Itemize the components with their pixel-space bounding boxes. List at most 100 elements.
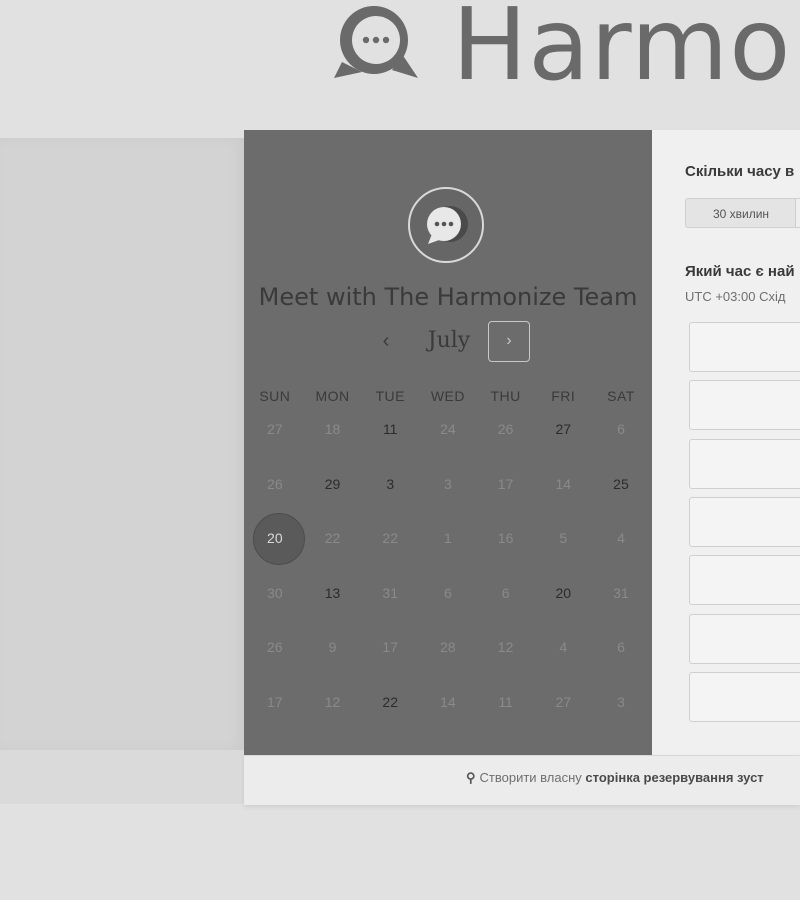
time-slot[interactable] — [689, 322, 800, 372]
calendar-day: 28 — [419, 628, 477, 683]
month-navigation: ‹ July › — [244, 320, 652, 364]
calendar-day: 3 — [592, 683, 650, 738]
time-slot[interactable] — [689, 380, 800, 430]
calendar-day: 4 — [592, 519, 650, 574]
calendar-day-number: 1 — [444, 530, 452, 546]
prev-month-button[interactable]: ‹ — [374, 328, 398, 354]
calendar-day: 11 — [477, 683, 535, 738]
calendar-day-number: 13 — [324, 584, 341, 601]
calendar-day: 31 — [361, 574, 419, 629]
calendar-day: 27 — [246, 410, 304, 465]
calendar-week: 17 12 22 14 11 27 3 — [246, 683, 650, 738]
calendar-day: 17 — [477, 465, 535, 520]
calendar-day-number: 17 — [382, 639, 398, 655]
calendar-day: 5 — [534, 519, 592, 574]
calendar-day: 27 — [534, 683, 592, 738]
weekday-label: TUE — [375, 388, 405, 404]
footer-text-prefix: Створити власну — [479, 770, 582, 785]
timezone-label[interactable]: UTC +03:00 Схід — [685, 289, 785, 304]
time-slot[interactable] — [689, 439, 800, 489]
calendar-day-number: 22 — [324, 530, 341, 546]
calendar-day: 30 — [246, 574, 304, 629]
weekday-label: SUN — [259, 388, 291, 404]
calendar-day-number: 20 — [267, 530, 283, 546]
calendar-day[interactable]: 13 — [304, 574, 362, 629]
calendar-day-number: 4 — [559, 639, 568, 655]
calendar-day: 6 — [477, 574, 535, 629]
calendar-day: 12 — [304, 683, 362, 738]
calendar-day: 12 — [477, 628, 535, 683]
calendar-day-number: 17 — [267, 693, 283, 710]
time-slot[interactable] — [689, 614, 800, 664]
month-label: July — [427, 328, 471, 353]
calendar-day[interactable]: 3 — [361, 465, 419, 520]
time-slot[interactable] — [689, 672, 800, 722]
background-overlay — [0, 138, 244, 750]
calendar-day-number: 6 — [617, 639, 625, 655]
calendar-day[interactable]: 29 — [304, 465, 362, 520]
calendar-day[interactable]: 20 — [534, 574, 592, 629]
calendar-day-number: 27 — [555, 693, 572, 710]
calendar-day-number: 16 — [497, 530, 514, 546]
calendar-day[interactable]: 11 — [361, 410, 419, 465]
calendar-day: 22 — [361, 519, 419, 574]
calendar-day-number: 22 — [382, 693, 398, 710]
duration-option-button[interactable]: 30 хвилин — [685, 198, 797, 228]
calendar-day: 22 — [304, 519, 362, 574]
calendar-day: 26 — [246, 628, 304, 683]
calendar-day[interactable]: 22 — [361, 683, 419, 738]
calendar-day: 26 — [477, 410, 535, 465]
calendar-day-number: 27 — [555, 421, 572, 437]
calendar-day-number: 6 — [617, 421, 625, 437]
calendar-day: 26 — [246, 465, 304, 520]
create-booking-page-link[interactable]: ⚲ Створити власну сторінка резервування з… — [466, 770, 764, 786]
calendar-day: 6 — [592, 410, 650, 465]
calendar-day-number: 14 — [555, 475, 572, 492]
calendar-day[interactable]: 25 — [592, 465, 650, 520]
calendar-day-number: 28 — [440, 639, 456, 655]
calendar-day-number: 14 — [440, 693, 456, 710]
calendar-day: 6 — [419, 574, 477, 629]
calendar-day-number: 30 — [267, 584, 283, 601]
calendar-day: 3 — [419, 465, 477, 520]
calendar-day-number: 26 — [267, 639, 283, 655]
calendar-day-number: 4 — [617, 530, 625, 546]
duration-question: Скільки часу в — [685, 163, 795, 180]
calendar-day[interactable]: 27 — [534, 410, 592, 465]
calendar-day: 14 — [534, 465, 592, 520]
calendar-week: 26 9 17 28 12 4 6 — [246, 628, 650, 683]
calendar-day-number: 9 — [328, 639, 337, 655]
calendar-day-number: 3 — [444, 475, 452, 492]
calendar-day: 17 — [246, 683, 304, 738]
booking-options-panel: Скільки часу в 30 хвилин Який час є най … — [652, 130, 800, 755]
calendar-day-number: 11 — [382, 421, 398, 437]
calendar-day-number: 26 — [497, 421, 514, 437]
weekday-label: FRI — [551, 388, 576, 404]
calendar-day-number: 12 — [497, 639, 514, 655]
calendar-day: 14 — [419, 683, 477, 738]
brand-name: Harmonize — [452, 0, 800, 95]
calendar-day: 4 — [534, 628, 592, 683]
calendar-day: 18 — [304, 410, 362, 465]
time-question: Який час є най — [685, 263, 795, 280]
next-month-button[interactable]: › — [488, 321, 530, 362]
calendar-day-number: 31 — [382, 584, 398, 601]
calendar-day-selected[interactable]: 20 — [246, 513, 305, 574]
calendar-day-number: 5 — [559, 530, 568, 546]
calendar-day: 1 — [419, 519, 477, 574]
duration-option-button-2[interactable] — [795, 198, 800, 228]
calendar-day-number: 24 — [440, 421, 456, 437]
weekday-label: SAT — [607, 388, 635, 404]
time-slot[interactable] — [689, 497, 800, 547]
calendar-day-number: 22 — [382, 530, 398, 546]
calendar-day: 31 — [592, 574, 650, 629]
calendar-day-number: 11 — [498, 693, 513, 710]
calendar-day: 9 — [304, 628, 362, 683]
time-slot[interactable] — [689, 555, 800, 605]
calendar-day-number: 31 — [613, 584, 629, 601]
calendar-day-number: 26 — [267, 475, 283, 492]
weekday-label: WED — [430, 388, 465, 404]
chat-bubble-logo-icon — [334, 6, 418, 78]
calendar-day-number: 3 — [386, 475, 395, 492]
calendar-week: 27 18 11 24 26 27 6 — [246, 410, 650, 465]
